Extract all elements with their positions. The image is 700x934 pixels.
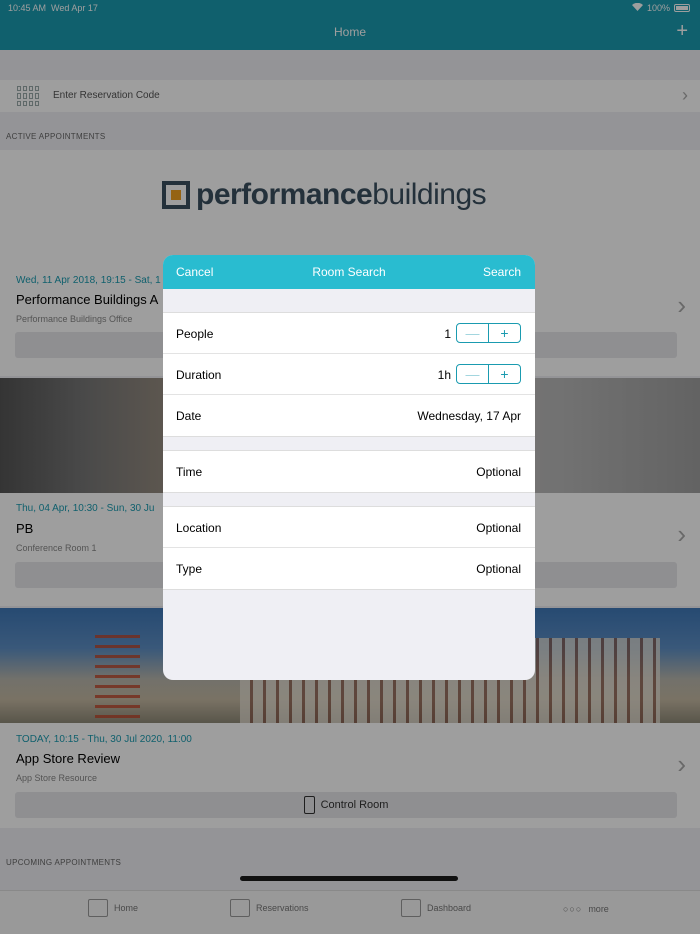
duration-decrement-button[interactable]: — xyxy=(457,365,489,383)
location-options-group: Location Optional Type Optional xyxy=(163,506,535,590)
duration-increment-button[interactable]: + xyxy=(489,365,520,383)
modal-title: Room Search xyxy=(312,265,386,279)
people-value: 1 xyxy=(444,327,451,341)
location-row[interactable]: Location Optional xyxy=(163,507,535,548)
duration-label: Duration xyxy=(176,368,222,382)
people-row: People 1 — + xyxy=(163,313,535,354)
location-label: Location xyxy=(176,521,222,535)
location-value: Optional xyxy=(476,521,521,535)
basic-options-group: People 1 — + Duration 1h — + Date Wednes… xyxy=(163,312,535,437)
people-increment-button[interactable]: + xyxy=(489,324,520,342)
date-label: Date xyxy=(176,409,202,423)
time-options-group: Time Optional xyxy=(163,450,535,493)
duration-row: Duration 1h — + xyxy=(163,354,535,395)
people-stepper: — + xyxy=(456,323,521,343)
duration-stepper: — + xyxy=(456,364,521,384)
date-row[interactable]: Date Wednesday, 17 Apr xyxy=(163,395,535,436)
time-row[interactable]: Time Optional xyxy=(163,451,535,492)
time-label: Time xyxy=(176,465,203,479)
room-search-modal: Cancel Room Search Search People 1 — + D… xyxy=(163,255,535,680)
type-row[interactable]: Type Optional xyxy=(163,548,535,589)
type-label: Type xyxy=(176,562,203,576)
people-decrement-button[interactable]: — xyxy=(457,324,489,342)
duration-value: 1h xyxy=(437,368,451,382)
time-value: Optional xyxy=(476,465,521,479)
type-value: Optional xyxy=(476,562,521,576)
search-button[interactable]: Search xyxy=(483,265,521,279)
modal-header: Cancel Room Search Search xyxy=(163,255,535,289)
home-indicator[interactable] xyxy=(240,876,458,881)
people-label: People xyxy=(176,327,214,341)
date-value: Wednesday, 17 Apr xyxy=(417,409,521,423)
